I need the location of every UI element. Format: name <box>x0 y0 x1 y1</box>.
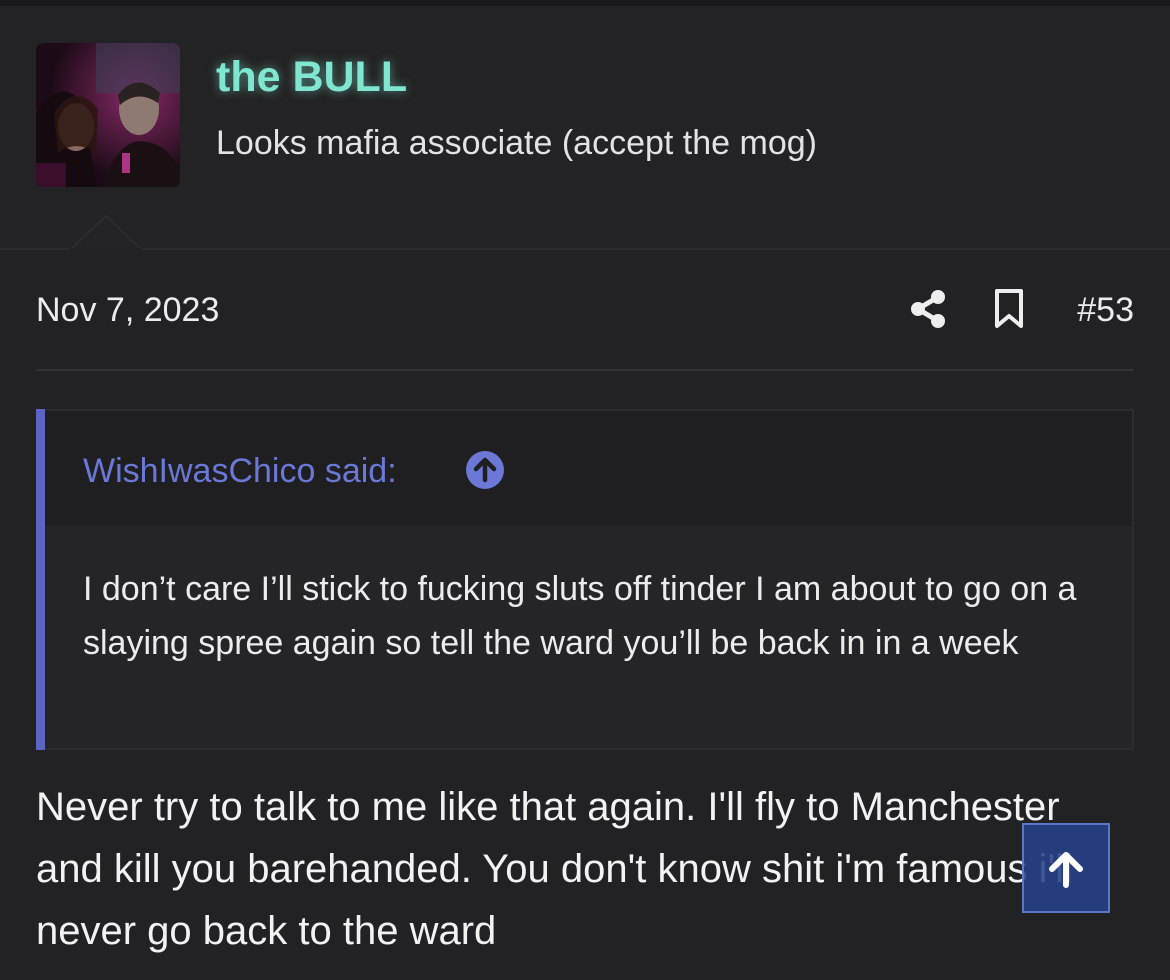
quote-jump-button[interactable] <box>465 450 505 490</box>
quote-content: I don’t care I’ll stick to fucking sluts… <box>45 526 1132 748</box>
post-number-link[interactable]: #53 <box>1077 290 1134 330</box>
share-icon <box>911 290 945 328</box>
avatar[interactable] <box>36 43 180 187</box>
bookmark-icon <box>995 289 1023 328</box>
post-date[interactable]: Nov 7, 2023 <box>36 290 219 330</box>
user-header: the BULL Looks mafia associate (accept t… <box>0 6 1170 250</box>
user-title: Looks mafia associate (accept the mog) <box>216 124 817 162</box>
quote-text: I don’t care I’ll stick to fucking sluts… <box>83 570 1077 662</box>
arrow-up-icon <box>1049 852 1083 888</box>
meta-divider <box>36 369 1134 371</box>
post-body: Never try to talk to me like that again.… <box>36 785 1073 953</box>
post-page: the BULL Looks mafia associate (accept t… <box>0 0 1170 980</box>
avatar-photo <box>36 43 180 187</box>
bookmark-button[interactable] <box>992 288 1026 330</box>
scroll-to-top-button[interactable] <box>1022 823 1110 913</box>
post-meta: Nov 7, 2023 #53 <box>36 280 1134 340</box>
quote-block: WishIwasChico said: I don’t care I’ll st… <box>36 409 1134 750</box>
quote-author-link[interactable]: WishIwasChico said: <box>83 451 397 491</box>
arrow-up-circle-icon <box>466 451 504 489</box>
username[interactable]: the BULL <box>216 53 407 101</box>
share-button[interactable] <box>908 288 948 330</box>
quote-header: WishIwasChico said: <box>45 411 1132 526</box>
quote-accent-bar <box>36 409 45 750</box>
